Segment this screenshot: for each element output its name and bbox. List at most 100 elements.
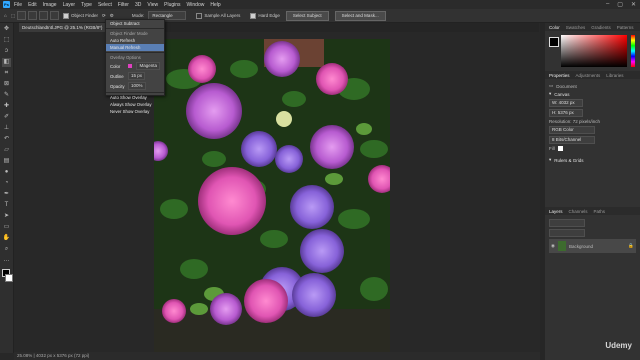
menu-help[interactable]: Help [210, 2, 220, 8]
gradient-tool-icon[interactable]: ▤ [2, 157, 11, 166]
lasso-tool-icon[interactable]: ↄ [2, 47, 11, 56]
path-selection-tool-icon[interactable]: ➤ [2, 212, 11, 221]
overlay-color-swatch[interactable] [127, 64, 133, 68]
bit-depth-select[interactable]: 8 Bits/Channel [549, 136, 595, 144]
rectangle-tool-icon[interactable]: ▭ [2, 223, 11, 232]
tab-properties[interactable]: Properties [549, 73, 570, 78]
hue-slider[interactable] [631, 35, 635, 67]
manual-refresh-option[interactable]: Manual Refresh [106, 44, 164, 51]
blur-tool-icon[interactable]: ● [2, 168, 11, 177]
clone-stamp-tool-icon[interactable]: ⊥ [2, 124, 11, 133]
intersect-selection-button[interactable] [49, 11, 59, 20]
hand-tool-icon[interactable]: ✋ [2, 234, 11, 243]
object-finder-checkbox[interactable] [62, 12, 69, 19]
object-subtract-option[interactable]: Object Subtract [106, 20, 164, 27]
select-subject-button[interactable]: Select Subject [285, 10, 329, 21]
color-mode-select[interactable]: RGB Color [549, 126, 595, 134]
color-field[interactable] [561, 35, 627, 67]
menu-filter[interactable]: Filter [118, 2, 129, 8]
sample-all-layers-checkbox[interactable] [196, 12, 203, 19]
sample-all-layers-toggle[interactable]: Sample All Layers [196, 12, 240, 19]
close-icon[interactable]: ✕ [631, 1, 636, 8]
zoom-tool-icon[interactable]: ⌕ [2, 245, 11, 254]
document-row: ▭ Document [549, 83, 636, 89]
hard-edge-checkbox[interactable] [250, 12, 257, 19]
layer-row-background[interactable]: ◉ Background 🔒 [549, 239, 636, 253]
select-and-mask-button[interactable]: Select and Mask... [334, 10, 386, 21]
tab-paths[interactable]: Paths [594, 209, 606, 214]
auto-show-overlay-option[interactable]: Auto Show Overlay [106, 94, 164, 101]
layer-thumbnail [557, 241, 566, 251]
pen-tool-icon[interactable]: ✒ [2, 190, 11, 199]
overlay-options-header: Overlay Options [110, 55, 141, 60]
menu-window[interactable]: Window [187, 2, 205, 8]
home-icon[interactable]: ⌂ [4, 12, 7, 19]
layer-kind-filter[interactable] [549, 219, 585, 227]
minimize-icon[interactable]: – [606, 1, 609, 8]
frame-tool-icon[interactable]: ⊠ [2, 80, 11, 89]
tools-panel: ✥ ⬚ ↄ ◧ ⌗ ⊠ ✎ ✚ ✐ ⊥ ↶ ▱ ▤ ● ◔ ✒ T ➤ ▭ ✋ … [0, 23, 14, 353]
canvas-width-input[interactable]: W: 4032 px [549, 99, 583, 107]
tab-channels[interactable]: Channels [569, 209, 588, 214]
always-show-overlay-option[interactable]: Always Show Overlay [106, 101, 164, 108]
eyedropper-tool-icon[interactable]: ✎ [2, 91, 11, 100]
udemy-watermark: Udemy [605, 341, 632, 350]
tab-libraries[interactable]: Libraries [606, 73, 623, 78]
add-selection-button[interactable] [27, 11, 37, 20]
menu-3d[interactable]: 3D [135, 2, 141, 8]
tab-color[interactable]: Color [549, 25, 560, 30]
tab-layers[interactable]: Layers [549, 209, 563, 214]
menu-file[interactable]: File [14, 2, 22, 8]
menu-view[interactable]: View [147, 2, 158, 8]
subtract-selection-button[interactable] [38, 11, 48, 20]
tab-patterns[interactable]: Patterns [617, 25, 634, 30]
overlay-color-select[interactable]: Magenta [136, 62, 160, 70]
hard-edge-toggle[interactable]: Hard Edge [250, 12, 280, 19]
tab-swatches[interactable]: Swatches [566, 25, 586, 30]
object-finder-label: Object Finder [70, 13, 98, 18]
object-finder-toggle[interactable]: Object Finder [62, 12, 98, 19]
overlay-opacity-input[interactable]: 100% [128, 82, 146, 90]
fill-swatch[interactable] [557, 146, 563, 151]
healing-brush-tool-icon[interactable]: ✚ [2, 102, 11, 111]
move-tool-icon[interactable]: ✥ [2, 25, 11, 34]
gear-icon[interactable]: ⚙ [110, 12, 114, 19]
eraser-tool-icon[interactable]: ▱ [2, 146, 11, 155]
auto-refresh-option[interactable]: Auto Refresh [106, 37, 164, 44]
tab-gradients[interactable]: Gradients [591, 25, 611, 30]
background-color-swatch[interactable] [5, 274, 13, 282]
canvas-height-row: H: 5376 px [549, 109, 636, 117]
refresh-icon[interactable]: ⟳ [102, 12, 106, 19]
overlay-outline-input[interactable]: 15 px [128, 72, 146, 80]
blend-mode-select[interactable] [549, 229, 585, 237]
menu-select[interactable]: Select [98, 2, 112, 8]
menu-bar: Ps File Edit Image Layer Type Select Fil… [0, 0, 640, 9]
maximize-icon[interactable]: ▢ [617, 1, 623, 8]
object-selection-tool-icon[interactable]: ⬚ [11, 12, 15, 19]
brush-tool-icon[interactable]: ✐ [2, 113, 11, 122]
document-image[interactable] [154, 39, 390, 353]
object-selection-tool-icon[interactable]: ◧ [2, 58, 11, 67]
rulers-grids-header: ▾ Rulers & Grids [549, 157, 584, 163]
layer-name[interactable]: Background [569, 244, 593, 249]
fill-label: Fill [549, 146, 555, 151]
menu-edit[interactable]: Edit [28, 2, 37, 8]
more-tools-icon[interactable]: … [2, 256, 11, 265]
fg-bg-swatches[interactable] [549, 37, 559, 47]
tab-adjustments[interactable]: Adjustments [576, 73, 601, 78]
canvas-height-input[interactable]: H: 5376 px [549, 109, 583, 117]
type-tool-icon[interactable]: T [2, 201, 11, 210]
menu-plugins[interactable]: Plugins [164, 2, 180, 8]
marquee-tool-icon[interactable]: ⬚ [2, 36, 11, 45]
never-show-overlay-option[interactable]: Never Show Overlay [106, 108, 164, 115]
history-brush-tool-icon[interactable]: ↶ [2, 135, 11, 144]
visibility-eye-icon[interactable]: ◉ [551, 243, 555, 249]
menu-type[interactable]: Type [81, 2, 92, 8]
menu-layer[interactable]: Layer [63, 2, 76, 8]
document-tab[interactable]: DeutschlandIntl.JPG @ 25.1% (RGB/8*) [19, 23, 110, 32]
dodge-tool-icon[interactable]: ◔ [2, 179, 11, 188]
menu-image[interactable]: Image [43, 2, 57, 8]
crop-tool-icon[interactable]: ⌗ [2, 69, 11, 78]
options-bar: ⌂ ⬚ Object Finder ⟳ ⚙ Mode: Rectangle Sa… [0, 9, 640, 23]
new-selection-button[interactable] [16, 11, 26, 20]
